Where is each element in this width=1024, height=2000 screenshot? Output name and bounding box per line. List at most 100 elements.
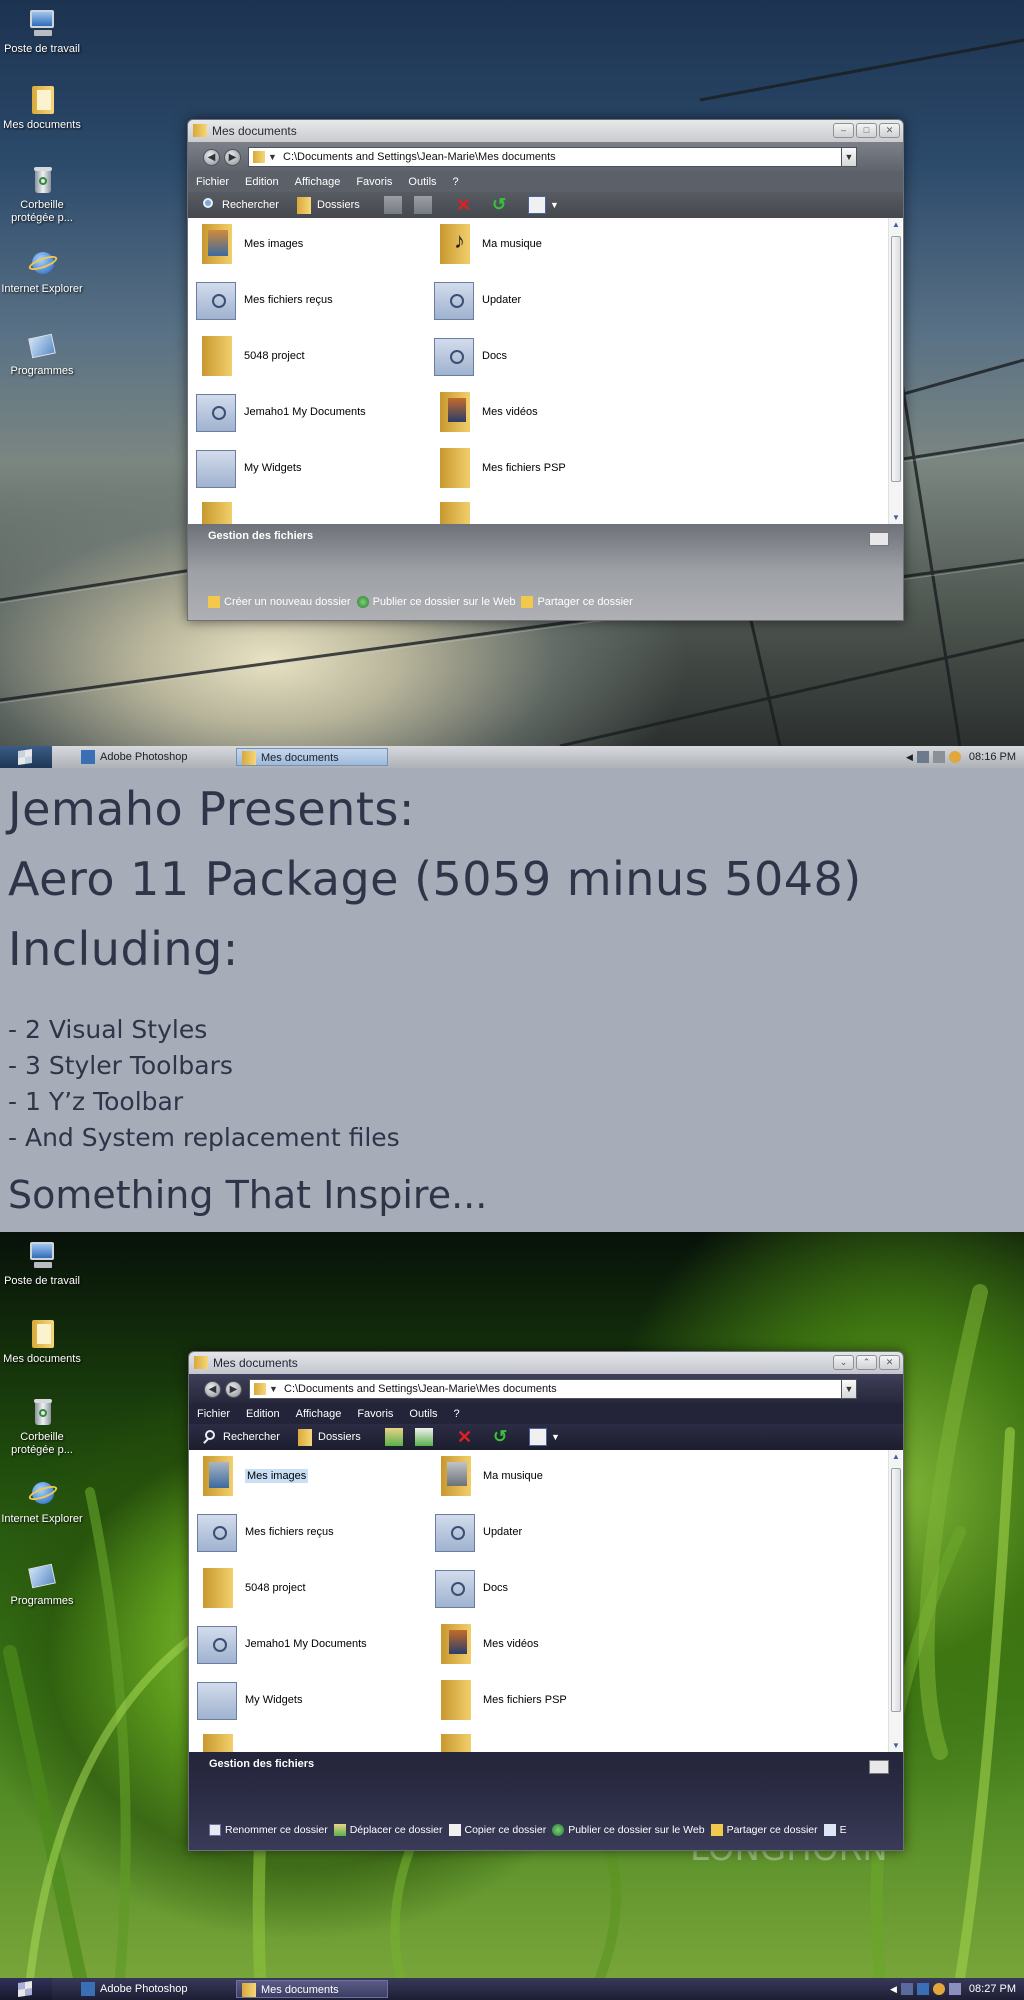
taskbar-item-documents[interactable]: Mes documents: [236, 1980, 388, 1998]
delete-button[interactable]: ✕: [456, 196, 478, 214]
undo-button[interactable]: ↺: [492, 196, 514, 214]
menu-edition[interactable]: Edition: [245, 172, 279, 192]
scroll-up-icon[interactable]: ▲: [892, 220, 900, 229]
taskbar-item-photoshop[interactable]: Adobe Photoshop: [76, 1980, 228, 1998]
list-item[interactable]: Jemaho1 My Documents: [194, 390, 366, 434]
list-item[interactable]: Mes fichiers reçus: [195, 1510, 334, 1554]
link-new-folder[interactable]: Créer un nouveau dossier: [208, 596, 351, 608]
scroll-up-icon[interactable]: ▲: [892, 1452, 900, 1461]
volume-icon[interactable]: [932, 751, 945, 763]
menu-outils[interactable]: Outils: [408, 172, 436, 192]
menu-affichage[interactable]: Affichage: [295, 172, 341, 192]
start-button[interactable]: [0, 746, 52, 768]
desktop-icon-programs[interactable]: Programmes: [0, 1560, 84, 1608]
link-rename-folder[interactable]: Renommer ce dossier: [209, 1824, 328, 1836]
desktop-icon-recycle-bin[interactable]: Corbeille protégée p...: [0, 164, 84, 225]
desktop-icon-programs[interactable]: Programmes: [0, 330, 84, 378]
task-pane-toggle-button[interactable]: [869, 532, 889, 546]
list-item[interactable]: Mes vidéos: [433, 1622, 539, 1666]
address-dropdown-button[interactable]: ▼: [841, 147, 857, 167]
link-email-folder[interactable]: E: [823, 1824, 847, 1836]
menu-fichier[interactable]: Fichier: [196, 172, 229, 192]
close-button[interactable]: ✕: [879, 123, 900, 138]
list-item[interactable]: Ma musique: [433, 1454, 543, 1498]
address-input[interactable]: ▼ C:\Documents and Settings\Jean-Marie\M…: [249, 1379, 857, 1399]
minimize-button[interactable]: ⌄: [833, 1355, 854, 1370]
back-button[interactable]: ◀: [204, 1381, 221, 1398]
menu-help[interactable]: ?: [453, 172, 459, 192]
link-publish-web[interactable]: Publier ce dossier sur le Web: [552, 1824, 705, 1836]
desktop-icon-computer[interactable]: Poste de travail: [0, 8, 84, 56]
maximize-button[interactable]: ⌃: [856, 1355, 877, 1370]
undo-button[interactable]: ↺: [493, 1428, 515, 1446]
explorer-window-dark[interactable]: Mes documents ⌄ ⌃ ✕ ◀ ▶ ▼ C:\Documents a…: [188, 1351, 904, 1851]
forward-button[interactable]: ▶: [224, 149, 241, 166]
minimize-button[interactable]: –: [833, 123, 854, 138]
forward-button[interactable]: ▶: [225, 1381, 242, 1398]
list-item[interactable]: Mes vidéos: [432, 390, 538, 434]
taskbar-item-documents[interactable]: Mes documents: [236, 748, 388, 766]
shield-icon[interactable]: [948, 1983, 961, 1995]
delete-button[interactable]: ✕: [457, 1428, 479, 1446]
list-item[interactable]: My Widgets: [194, 446, 301, 490]
vertical-scrollbar[interactable]: ▲ ▼: [888, 218, 902, 524]
list-item[interactable]: 5048 project: [194, 334, 305, 378]
title-bar[interactable]: Mes documents – □ ✕: [188, 120, 903, 142]
desktop-icon-internet-explorer[interactable]: Internet Explorer: [0, 248, 84, 296]
messenger-icon[interactable]: [948, 751, 961, 763]
task-pane-toggle-button[interactable]: [869, 1760, 889, 1774]
link-share-folder[interactable]: Partager ce dossier: [521, 596, 633, 608]
menu-help[interactable]: ?: [454, 1404, 460, 1424]
copy-to-button[interactable]: [414, 196, 436, 214]
list-item[interactable]: Mes fichiers PSP: [432, 446, 566, 490]
list-item[interactable]: Updater: [432, 278, 521, 322]
title-bar[interactable]: Mes documents ⌄ ⌃ ✕: [189, 1352, 903, 1374]
list-item[interactable]: ♪ Ma musique: [432, 222, 542, 266]
link-move-folder[interactable]: Déplacer ce dossier: [333, 1824, 443, 1836]
folders-button[interactable]: Dossiers: [295, 196, 360, 214]
clock[interactable]: 08:27 PM: [969, 1978, 1016, 2000]
link-copy-folder[interactable]: Copier ce dossier: [448, 1824, 546, 1836]
views-button[interactable]: ▼: [529, 1428, 560, 1446]
list-item[interactable]: Mes images: [195, 1454, 309, 1498]
taskbar-item-photoshop[interactable]: Adobe Photoshop: [76, 748, 228, 766]
desktop-icon-internet-explorer[interactable]: Internet Explorer: [0, 1478, 84, 1526]
address-input[interactable]: ▼ C:\Documents and Settings\Jean-Marie\M…: [248, 147, 857, 167]
list-item[interactable]: My Widgets: [195, 1678, 302, 1722]
tray-expand-icon[interactable]: ◀: [890, 1978, 897, 2000]
tray-expand-icon[interactable]: ◀: [906, 746, 913, 768]
scroll-thumb[interactable]: [891, 1468, 901, 1712]
link-publish-web[interactable]: Publier ce dossier sur le Web: [356, 596, 515, 608]
menu-edition[interactable]: Edition: [246, 1404, 280, 1424]
move-to-button[interactable]: [385, 1428, 407, 1446]
vertical-scrollbar[interactable]: ▲ ▼: [888, 1450, 902, 1752]
network-icon[interactable]: [916, 751, 929, 763]
copy-to-button[interactable]: [415, 1428, 437, 1446]
list-item[interactable]: Jemaho1 My Documents: [195, 1622, 367, 1666]
search-button[interactable]: Rechercher: [200, 196, 279, 214]
link-share-folder[interactable]: Partager ce dossier: [710, 1824, 818, 1836]
explorer-window-light[interactable]: Mes documents – □ ✕ ◀ ▶ ▼ C:\Documents a…: [187, 119, 904, 621]
list-item[interactable]: Docs: [433, 1566, 508, 1610]
desktop-icon-computer[interactable]: Poste de travail: [0, 1240, 84, 1288]
list-item[interactable]: 5048 project: [195, 1566, 306, 1610]
menu-favoris[interactable]: Favoris: [357, 1404, 393, 1424]
desktop-icon-documents[interactable]: Mes documents: [0, 1318, 84, 1366]
list-item[interactable]: Updater: [433, 1510, 522, 1554]
address-dropdown-button[interactable]: ▼: [841, 1379, 857, 1399]
clock[interactable]: 08:16 PM: [969, 746, 1016, 768]
maximize-button[interactable]: □: [856, 123, 877, 138]
list-item[interactable]: Mes images: [194, 222, 303, 266]
scroll-down-icon[interactable]: ▼: [892, 513, 900, 522]
close-button[interactable]: ✕: [879, 1355, 900, 1370]
scroll-thumb[interactable]: [891, 236, 901, 482]
search-button[interactable]: Rechercher: [201, 1428, 280, 1446]
desktop-icon-recycle-bin[interactable]: Corbeille protégée p...: [0, 1396, 84, 1457]
network-icon[interactable]: [900, 1983, 913, 1995]
menu-fichier[interactable]: Fichier: [197, 1404, 230, 1424]
messenger-icon[interactable]: [932, 1983, 945, 1995]
volume-icon[interactable]: [916, 1983, 929, 1995]
list-item[interactable]: Docs: [432, 334, 507, 378]
menu-affichage[interactable]: Affichage: [296, 1404, 342, 1424]
menu-outils[interactable]: Outils: [409, 1404, 437, 1424]
